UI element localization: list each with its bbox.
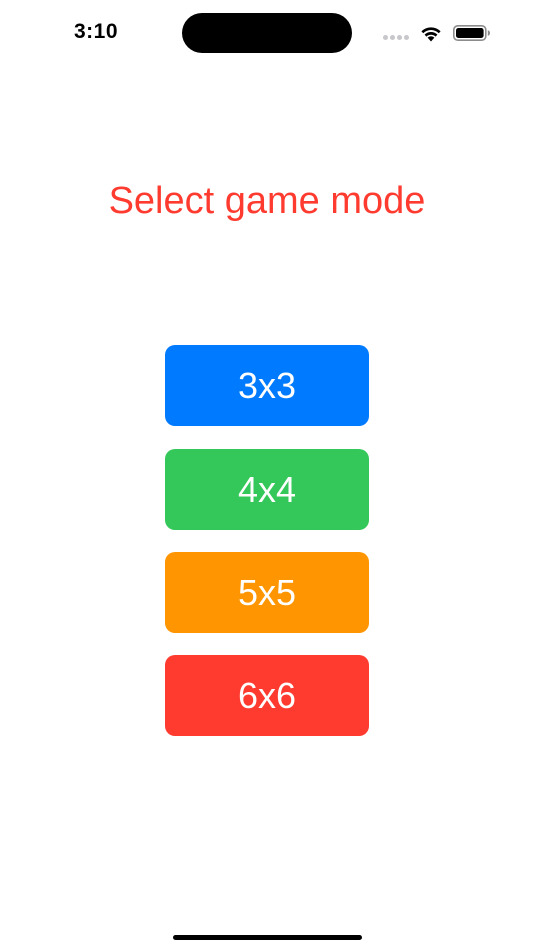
screen: 3:10 Select game mode 3x3 4x4 5x5 6x6 (0, 0, 534, 950)
dynamic-island (182, 13, 352, 53)
signal-icon (383, 35, 409, 40)
mode-3x3-button[interactable]: 3x3 (165, 345, 369, 426)
page-title: Select game mode (108, 180, 426, 222)
status-time: 3:10 (74, 20, 119, 43)
mode-4x4-button[interactable]: 4x4 (165, 449, 369, 530)
home-indicator[interactable] (173, 935, 362, 940)
battery-icon (453, 25, 490, 41)
mode-5x5-button[interactable]: 5x5 (165, 552, 369, 633)
mode-6x6-button[interactable]: 6x6 (165, 655, 369, 736)
wifi-icon (421, 27, 441, 42)
